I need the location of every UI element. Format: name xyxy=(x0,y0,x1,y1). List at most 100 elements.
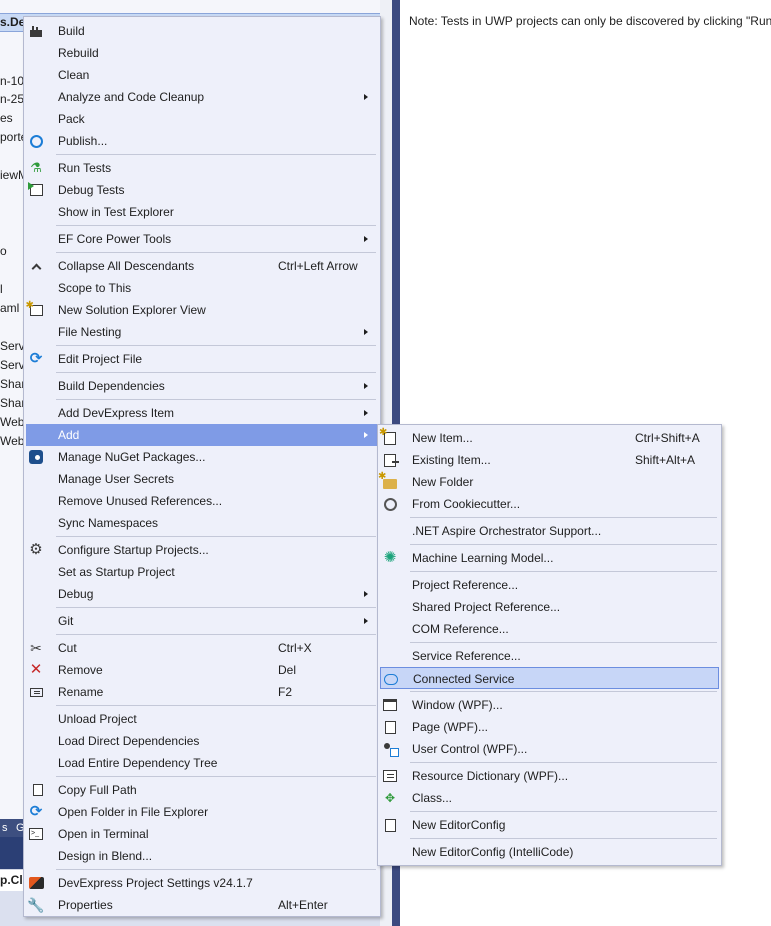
menu-item-set-startup[interactable]: Set as Startup Project xyxy=(26,561,378,583)
menu-separator xyxy=(410,811,717,812)
submenu-item-resource-dictionary[interactable]: Resource Dictionary (WPF)... xyxy=(380,765,719,787)
menu-item-label: Remove xyxy=(58,663,103,677)
menu-item-label: Project Reference... xyxy=(412,578,519,592)
menu-item-open-folder[interactable]: ⟳ Open Folder in File Explorer xyxy=(26,801,378,823)
menu-item-show-in-test-explorer[interactable]: Show in Test Explorer xyxy=(26,201,378,223)
tree-item-fragment[interactable]: Web xyxy=(0,413,24,431)
tree-item-fragment[interactable]: Serv xyxy=(0,356,24,374)
connected-service-icon xyxy=(383,671,399,687)
panel-tab[interactable]: s xyxy=(2,819,8,837)
menu-item-label: New EditorConfig (IntelliCode) xyxy=(412,845,574,859)
submenu-item-service-reference[interactable]: Service Reference... xyxy=(380,645,719,667)
menu-item-open-in-terminal[interactable]: >_ Open in Terminal xyxy=(26,823,378,845)
tree-item-fragment[interactable]: iewM xyxy=(0,166,24,184)
submenu-arrow-icon xyxy=(364,410,368,416)
menu-item-build-dependencies[interactable]: Build Dependencies xyxy=(26,375,378,397)
menu-item-scope-to-this[interactable]: Scope to This xyxy=(26,277,378,299)
tree-item-fragment[interactable]: porte xyxy=(0,128,24,146)
submenu-item-existing-item[interactable]: Existing Item... Shift+Alt+A xyxy=(380,449,719,471)
tree-item-fragment[interactable]: Serv xyxy=(0,337,24,355)
menu-item-add[interactable]: Add xyxy=(26,424,378,446)
submenu-item-user-control-wpf[interactable]: User Control (WPF)... xyxy=(380,738,719,760)
menu-item-run-tests[interactable]: ⚗ Run Tests xyxy=(26,157,378,179)
tree-item-fragment[interactable]: es xyxy=(0,109,24,127)
menu-separator xyxy=(56,372,376,373)
menu-separator xyxy=(56,252,376,253)
submenu-item-connected-service[interactable]: Connected Service xyxy=(380,667,719,689)
menu-item-copy-full-path[interactable]: Copy Full Path xyxy=(26,779,378,801)
menu-item-collapse-all[interactable]: Collapse All Descendants Ctrl+Left Arrow xyxy=(26,255,378,277)
menu-item-rename[interactable]: Rename F2 xyxy=(26,681,378,703)
menu-item-remove[interactable]: ✕ Remove Del xyxy=(26,659,378,681)
submenu-item-new-editorconfig[interactable]: New EditorConfig xyxy=(380,814,719,836)
menu-item-label: Git xyxy=(58,614,74,628)
tree-item-fragment[interactable]: o xyxy=(0,242,24,260)
submenu-item-project-reference[interactable]: Project Reference... xyxy=(380,574,719,596)
menu-item-configure-startup[interactable]: ⚙ Configure Startup Projects... xyxy=(26,539,378,561)
add-submenu: New Item... Ctrl+Shift+A Existing Item..… xyxy=(377,424,722,866)
tree-item-fragment[interactable]: Web xyxy=(0,432,24,450)
menu-item-cut[interactable]: ✂ Cut Ctrl+X xyxy=(26,637,378,659)
menu-separator xyxy=(56,776,376,777)
menu-item-label: Connected Service xyxy=(413,672,515,686)
submenu-item-shared-project-reference[interactable]: Shared Project Reference... xyxy=(380,596,719,618)
menu-item-load-entire-dependency-tree[interactable]: Load Entire Dependency Tree xyxy=(26,752,378,774)
menu-item-remove-unused-references[interactable]: Remove Unused References... xyxy=(26,490,378,512)
submenu-item-com-reference[interactable]: COM Reference... xyxy=(380,618,719,640)
menu-item-properties[interactable]: 🔧 Properties Alt+Enter xyxy=(26,894,378,916)
menu-item-sync-namespaces[interactable]: Sync Namespaces xyxy=(26,512,378,534)
submenu-item-new-editorconfig-intellicode[interactable]: New EditorConfig (IntelliCode) xyxy=(380,841,719,863)
tree-item-fragment[interactable]: aml xyxy=(0,299,24,317)
submenu-item-from-cookiecutter[interactable]: From Cookiecutter... xyxy=(380,493,719,515)
menu-item-new-solution-explorer-view[interactable]: New Solution Explorer View xyxy=(26,298,378,321)
menu-item-git[interactable]: Git xyxy=(26,610,378,632)
menu-item-label: COM Reference... xyxy=(412,622,509,636)
menu-item-label: New EditorConfig xyxy=(412,818,506,832)
menu-item-label: Manage NuGet Packages... xyxy=(58,450,206,464)
submenu-item-class[interactable]: ✥ Class... xyxy=(380,787,719,809)
menu-item-pack[interactable]: Pack xyxy=(26,108,378,130)
menu-item-unload-project[interactable]: Unload Project xyxy=(26,708,378,730)
menu-item-manage-user-secrets[interactable]: Manage User Secrets xyxy=(26,468,378,490)
menu-item-rebuild[interactable]: Rebuild xyxy=(26,42,378,64)
menu-item-publish[interactable]: Publish... xyxy=(26,130,378,152)
tree-item-fragment[interactable]: Shar xyxy=(0,375,24,393)
submenu-item-page-wpf[interactable]: Page (WPF)... xyxy=(380,716,719,738)
menu-item-manage-nuget[interactable]: Manage NuGet Packages... xyxy=(26,446,378,468)
menu-separator xyxy=(56,634,376,635)
submenu-item-machine-learning[interactable]: ✺ Machine Learning Model... xyxy=(380,547,719,569)
submenu-item-window-wpf[interactable]: Window (WPF)... xyxy=(380,694,719,716)
window-icon xyxy=(382,697,398,713)
menu-item-build[interactable]: Build xyxy=(26,20,378,42)
terminal-icon: >_ xyxy=(28,826,44,842)
menu-separator xyxy=(56,345,376,346)
menu-item-design-in-blend[interactable]: Design in Blend... xyxy=(26,845,378,867)
menu-item-analyze[interactable]: Analyze and Code Cleanup xyxy=(26,86,378,108)
tree-item-fragment[interactable]: Shar xyxy=(0,394,24,412)
editorconfig-icon xyxy=(382,817,398,833)
menu-item-ef-core-power-tools[interactable]: EF Core Power Tools xyxy=(26,228,378,250)
tree-item-fragment[interactable]: l xyxy=(0,280,24,298)
devexpress-icon xyxy=(28,875,44,891)
menu-item-debug-tests[interactable]: Debug Tests xyxy=(26,179,378,201)
menu-item-label: File Nesting xyxy=(58,325,122,339)
submenu-item-new-folder[interactable]: New Folder xyxy=(378,469,719,493)
menu-item-debug[interactable]: Debug xyxy=(26,583,378,605)
menu-item-label: Resource Dictionary (WPF)... xyxy=(412,769,569,783)
menu-item-label: Scope to This xyxy=(58,281,132,295)
menu-separator xyxy=(56,536,376,537)
menu-item-file-nesting[interactable]: File Nesting xyxy=(26,321,378,343)
menu-item-edit-project-file[interactable]: ⟳ Edit Project File xyxy=(26,348,378,370)
submenu-arrow-icon xyxy=(364,94,368,100)
submenu-item-new-item[interactable]: New Item... Ctrl+Shift+A xyxy=(379,425,719,449)
menu-separator xyxy=(56,399,376,400)
menu-item-add-devexpress-item[interactable]: Add DevExpress Item xyxy=(26,402,378,424)
menu-item-devexpress-settings[interactable]: DevExpress Project Settings v24.1.7 xyxy=(26,872,378,894)
tree-item-fragment[interactable]: n-25 xyxy=(0,90,24,108)
menu-item-load-direct-dependencies[interactable]: Load Direct Dependencies xyxy=(26,730,378,752)
tree-item-fragment[interactable]: n-10 xyxy=(0,72,24,90)
menu-item-label: Unload Project xyxy=(58,712,137,726)
submenu-item-aspire-orchestrator[interactable]: .NET Aspire Orchestrator Support... xyxy=(380,520,719,542)
menu-item-clean[interactable]: Clean xyxy=(26,64,378,86)
menu-item-label: Debug xyxy=(58,587,94,601)
